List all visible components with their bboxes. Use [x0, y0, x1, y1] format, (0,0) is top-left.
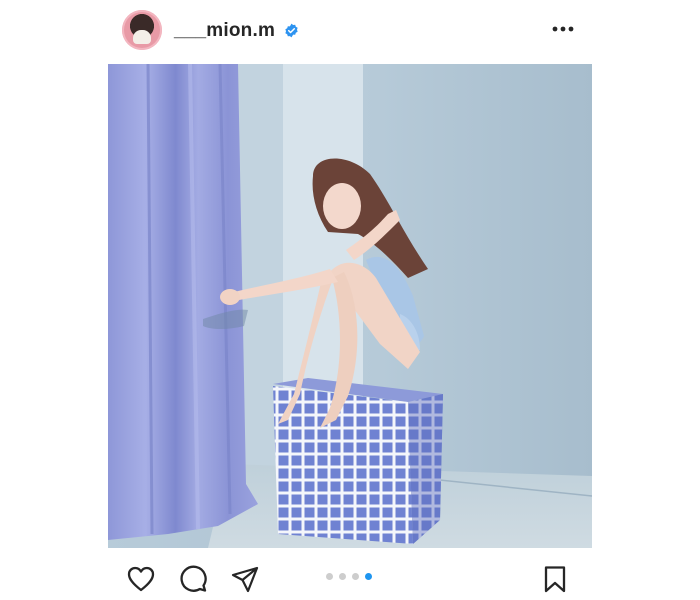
share-icon[interactable]: [230, 564, 260, 594]
post-header: ___mion.m: [108, 8, 592, 52]
carousel-dot: [365, 573, 372, 580]
post-image: [108, 64, 592, 548]
carousel-dot: [326, 573, 333, 580]
post-photo[interactable]: [108, 64, 592, 548]
bookmark-icon[interactable]: [540, 564, 570, 594]
profile-avatar[interactable]: [122, 10, 162, 50]
carousel-dot: [339, 573, 346, 580]
carousel-dot: [352, 573, 359, 580]
post-actions: [108, 560, 592, 596]
heart-icon[interactable]: [126, 564, 156, 594]
comment-icon[interactable]: [178, 564, 208, 594]
verified-badge-icon: [285, 23, 298, 38]
post-username[interactable]: ___mion.m: [174, 20, 275, 42]
more-options-icon[interactable]: [550, 18, 576, 40]
